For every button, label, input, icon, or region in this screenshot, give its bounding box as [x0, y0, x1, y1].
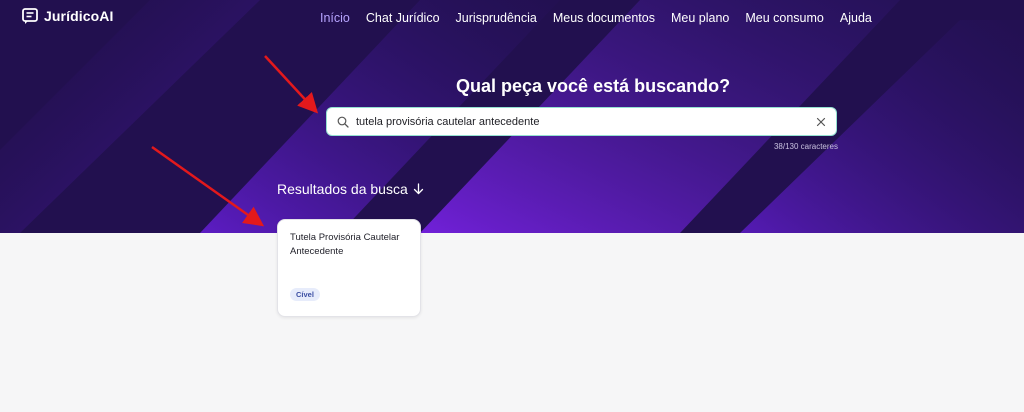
close-icon[interactable] — [816, 117, 826, 127]
nav-item-meus-documentos[interactable]: Meus documentos — [553, 11, 655, 25]
logo-icon — [22, 8, 38, 24]
results-heading-label: Resultados da busca — [277, 181, 408, 197]
hero-section: JurídicoAI Início Chat Jurídico Jurispru… — [0, 0, 1024, 233]
result-card-title: Tutela Provisória Cautelar Antecedente — [290, 232, 400, 257]
search-icon — [337, 116, 349, 128]
search-input[interactable] — [356, 115, 808, 128]
nav-item-chat-juridico[interactable]: Chat Jurídico — [366, 11, 440, 25]
nav-item-ajuda[interactable]: Ajuda — [840, 11, 872, 25]
page-title: Qual peça você está buscando? — [456, 76, 731, 96]
nav-item-meu-consumo[interactable]: Meu consumo — [745, 11, 824, 25]
nav-item-inicio[interactable]: Início — [320, 11, 350, 25]
arrow-down-icon — [413, 183, 423, 195]
nav-item-jurisprudencia[interactable]: Jurisprudência — [456, 11, 537, 25]
nav-item-meu-plano[interactable]: Meu plano — [671, 11, 729, 25]
search-box[interactable] — [326, 107, 837, 136]
top-nav: Início Chat Jurídico Jurisprudência Meus… — [320, 11, 872, 25]
results-heading: Resultados da busca — [277, 181, 424, 197]
character-counter: 38/130 caracteres — [773, 142, 838, 151]
result-card[interactable]: Tutela Provisória Cautelar Antecedente C… — [277, 219, 421, 317]
logo-text: JurídicoAI — [44, 8, 114, 24]
category-badge: Cível — [290, 288, 320, 301]
logo[interactable]: JurídicoAI — [22, 8, 113, 24]
